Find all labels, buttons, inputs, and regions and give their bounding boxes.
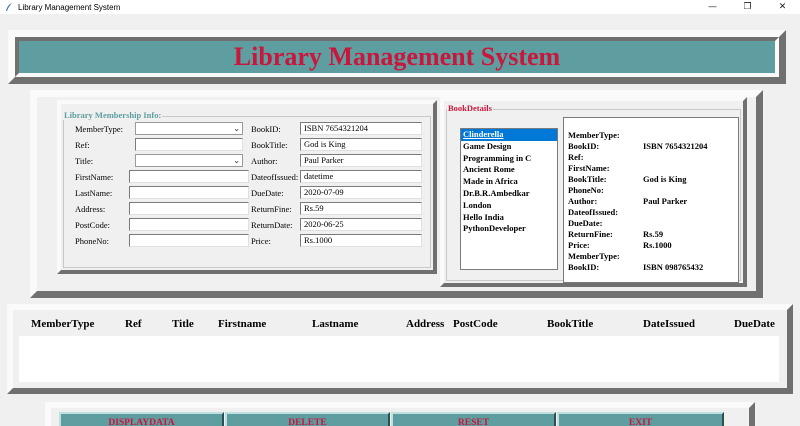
address-input[interactable] — [129, 202, 249, 215]
title-combo[interactable]: ⌄ — [135, 154, 243, 167]
column-header: DueDate — [734, 318, 775, 330]
minimize-button[interactable]: — — [695, 0, 730, 14]
records-header: MemberType Ref Title Firstname Lastname … — [19, 318, 779, 336]
return-date-input[interactable]: 2020-06-25 — [300, 218, 422, 231]
window-titlebar: Library Management System — ❐ ✕ — [0, 0, 800, 14]
bookid-label: BookID: — [251, 124, 281, 134]
author-input[interactable]: Paul Parker — [300, 154, 422, 167]
column-header: MemberType — [31, 318, 95, 330]
booktitle-label: BookTitle: — [251, 140, 288, 150]
date-issued-input[interactable]: datetime — [300, 170, 422, 183]
detail-value: Rs.59 — [643, 229, 664, 239]
button-frame: DISPLAYDATA DELETE RESET EXIT — [45, 402, 755, 426]
ref-input[interactable] — [135, 138, 243, 151]
bookid-input[interactable]: ISBN 7654321204 — [300, 122, 422, 135]
delete-button[interactable]: DELETE — [225, 412, 390, 426]
postcode-label: PostCode: — [75, 220, 110, 230]
close-button[interactable]: ✕ — [765, 0, 800, 14]
book-list-item[interactable]: Ancient Rome — [461, 164, 557, 176]
return-fine-label: ReturnFine: — [251, 204, 292, 214]
page-title: Library Management System — [233, 42, 561, 71]
book-details-text[interactable]: MemberType: BookID: ISBN 7654321204 Ref:… — [563, 117, 739, 283]
detail-label: PhoneNo: — [568, 185, 604, 195]
book-list-item[interactable]: Dr.B.R.Ambedkar — [461, 188, 557, 200]
column-header: Title — [172, 318, 194, 330]
detail-label: Author: — [568, 196, 598, 206]
detail-label: Price: — [568, 240, 590, 250]
window-body: Library Management System Library Member… — [0, 14, 800, 426]
author-label: Author: — [251, 156, 278, 166]
postcode-input[interactable] — [129, 218, 249, 231]
book-list-item[interactable]: Made in Africa — [461, 176, 557, 188]
detail-value: Rs.1000 — [643, 240, 672, 250]
column-header: Firstname — [218, 318, 267, 330]
records-frame: MemberType Ref Title Firstname Lastname … — [7, 304, 793, 394]
membership-group-title: Library Membership Info: — [63, 110, 163, 120]
detail-label: BookID: — [568, 141, 600, 151]
return-fine-input[interactable]: Rs.59 — [300, 202, 422, 215]
display-data-button[interactable]: DISPLAYDATA — [59, 412, 224, 426]
column-header: BookTitle — [547, 318, 594, 330]
window-title: Library Management System — [18, 2, 121, 12]
book-list-item[interactable]: Programming in C — [461, 153, 557, 165]
date-issued-label: DateofIssued: — [251, 172, 299, 182]
return-date-label: ReturnDate: — [251, 220, 293, 230]
book-details-group-title: BookDetails — [447, 103, 493, 113]
price-input[interactable]: Rs.1000 — [300, 234, 422, 247]
column-header: Lastname — [312, 318, 359, 330]
detail-label: DateofIssued: — [568, 207, 619, 217]
detail-label: BookTitle: — [568, 174, 607, 184]
detail-value: God is King — [643, 174, 687, 184]
ref-label: Ref: — [75, 140, 90, 150]
reset-button[interactable]: RESET — [391, 412, 556, 426]
lastname-label: LastName: — [75, 188, 113, 198]
detail-label: DueDate: — [568, 218, 603, 228]
phoneno-input[interactable] — [129, 234, 249, 247]
book-list-item[interactable]: PythonDeveloper — [461, 223, 557, 235]
detail-label: Ref: — [568, 152, 584, 162]
duedate-label: DueDate: — [251, 188, 284, 198]
detail-value: ISBN 7654321204 — [643, 141, 708, 151]
membership-group: Library Membership Info: MemberType: ⌄ R… — [57, 100, 437, 274]
maximize-button[interactable]: ❐ — [730, 0, 765, 14]
detail-label: MemberType: — [568, 251, 620, 261]
price-label: Price: — [251, 236, 271, 246]
firstname-input[interactable] — [129, 170, 249, 183]
detail-value: ISBN 098765432 — [643, 262, 704, 272]
detail-label: BookID: — [568, 262, 600, 272]
member-type-combo[interactable]: ⌄ — [135, 122, 243, 135]
book-list-item[interactable]: Clinderella — [461, 129, 557, 141]
column-header: Address — [406, 318, 445, 330]
detail-label: ReturnFine: — [568, 229, 613, 239]
phoneno-label: PhoneNo: — [75, 236, 109, 246]
book-list[interactable]: Clinderella Game Design Programming in C… — [460, 128, 558, 270]
firstname-label: FirstName: — [75, 172, 114, 182]
chevron-down-icon[interactable]: ⌄ — [233, 124, 240, 133]
title-label: Title: — [75, 156, 94, 166]
data-frame: Library Membership Info: MemberType: ⌄ R… — [30, 90, 763, 298]
book-details-group: BookDetails Clinderella Game Design Prog… — [440, 97, 747, 287]
detail-label: MemberType: — [568, 130, 620, 140]
duedate-input[interactable]: 2020-07-09 — [300, 186, 422, 199]
book-list-item[interactable]: London — [461, 200, 557, 212]
column-header: DateIssued — [643, 318, 695, 330]
column-header: Ref — [125, 318, 142, 330]
booktitle-input[interactable]: God is King — [300, 138, 422, 151]
title-panel: Library Management System — [8, 30, 786, 84]
column-header: PostCode — [453, 318, 498, 330]
detail-label: FirstName: — [568, 163, 610, 173]
member-type-label: MemberType: — [75, 124, 124, 134]
lastname-input[interactable] — [129, 186, 249, 199]
detail-value: Paul Parker — [643, 196, 688, 206]
feather-app-icon — [6, 3, 12, 11]
records-list[interactable] — [19, 336, 779, 382]
exit-button[interactable]: EXIT — [557, 412, 724, 426]
address-label: Address: — [75, 204, 106, 214]
book-list-item[interactable]: Hello India — [461, 212, 557, 224]
chevron-down-icon[interactable]: ⌄ — [233, 156, 240, 165]
book-list-item[interactable]: Game Design — [461, 141, 557, 153]
